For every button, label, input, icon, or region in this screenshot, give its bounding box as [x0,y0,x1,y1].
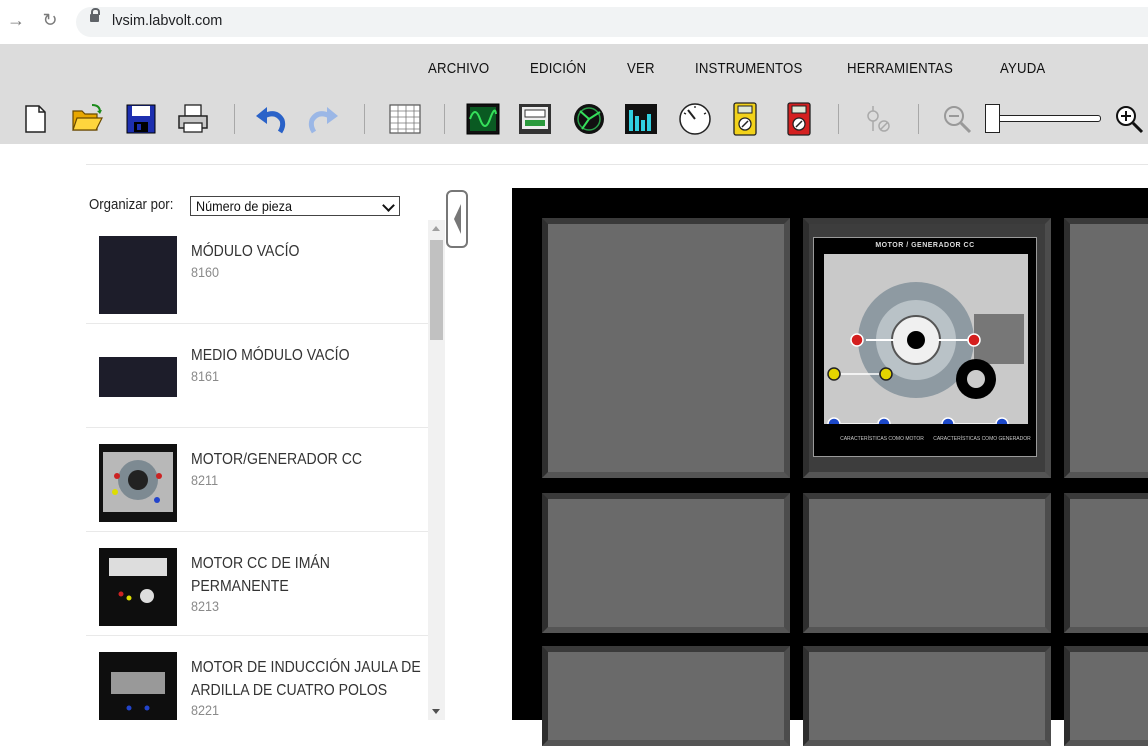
list-item[interactable]: MOTOR/GENERADOR CC 8211 [86,428,428,532]
part-name: MOTOR DE INDUCCIÓN JAULA DE ARDILLA DE C… [191,656,421,702]
zoom-slider-track [995,115,1101,122]
save-icon[interactable] [124,102,158,136]
zoom-in-icon[interactable] [1112,102,1146,136]
workspace-rack: MOTOR / GENERADOR CC CARACTERÍSTICAS COM… [512,188,1148,746]
parts-list-scrollbar[interactable] [428,220,445,720]
list-item[interactable]: MOTOR CC DE IMÁN PERMANENTE 8213 [86,532,428,636]
rack-slot[interactable] [542,218,790,478]
lock-icon [90,8,100,22]
parts-list: MÓDULO VACÍO 8160 MEDIO MÓDULO VACÍO 816… [86,220,428,720]
menubar: ARCHIVO EDICIÓN VER INSTRUMENTOS HERRAMI… [0,44,1148,94]
zoom-slider-handle[interactable] [985,104,1000,133]
part-name: MOTOR CC DE IMÁN PERMANENTE [191,552,330,598]
divider [86,164,1148,165]
module-caption-left: CARACTERÍSTICAS COMO MOTOR [840,436,924,442]
chevron-down-icon [382,199,395,212]
tachometer-icon[interactable] [678,102,712,136]
address-bar[interactable] [76,7,1148,37]
part-number: 8213 [191,598,220,614]
part-thumbnail [99,236,177,314]
list-item[interactable]: MOTOR DE INDUCCIÓN JAULA DE ARDILLA DE C… [86,636,428,720]
menu-ayuda[interactable]: AYUDA [1000,60,1045,77]
toolbar [0,94,1148,144]
phasor-analyzer-icon[interactable] [572,102,606,136]
data-acquisition-icon[interactable] [518,102,552,136]
redo-icon[interactable] [306,102,340,136]
part-number: 8221 [191,702,220,718]
module-title: MOTOR / GENERADOR CC [875,242,975,249]
list-item[interactable]: MEDIO MÓDULO VACÍO 8161 [86,324,428,428]
scrollbar-thumb[interactable] [430,240,443,340]
zoom-out-icon[interactable] [940,102,974,136]
part-name-line2: PERMANENTE [191,578,289,595]
open-folder-icon[interactable] [70,102,104,136]
part-name: MÓDULO VACÍO [191,243,300,260]
connection-tool-icon[interactable] [860,102,894,136]
reload-icon[interactable]: ↻ [40,10,60,30]
part-number: 8161 [191,368,220,384]
rack-slot[interactable] [803,493,1051,633]
list-item[interactable]: MÓDULO VACÍO 8160 [86,220,428,324]
dc-motor-generator-module[interactable]: MOTOR / GENERADOR CC CARACTERÍSTICAS COM… [813,237,1037,457]
part-name-line1: MOTOR CC DE IMÁN [191,555,330,572]
part-number: 8211 [191,472,219,488]
zoom-slider[interactable] [985,104,1101,134]
part-name-line1: MOTOR DE INDUCCIÓN JAULA DE [191,659,421,676]
print-icon[interactable] [176,102,210,136]
red-multimeter-icon[interactable] [782,102,816,136]
part-name: MOTOR/GENERADOR CC [191,451,363,468]
browser-bar: → ↻ lvsim.labvolt.com [0,0,1148,44]
undo-icon[interactable] [254,102,288,136]
scroll-up-icon[interactable] [432,226,440,231]
oscilloscope-icon[interactable] [466,102,500,136]
module-caption-right: CARACTERÍSTICAS COMO GENERADOR [933,436,1031,442]
rack-slot[interactable] [1064,646,1148,746]
part-thumbnail [99,444,177,522]
scroll-down-icon[interactable] [432,709,440,714]
rack-slot[interactable] [1064,218,1148,478]
rack-slot[interactable] [803,646,1051,746]
harmonic-analyzer-icon[interactable] [624,102,658,136]
part-thumbnail [99,652,177,720]
part-thumbnail [99,548,177,626]
rack-slot[interactable] [542,493,790,633]
yellow-multimeter-icon[interactable] [728,102,762,136]
part-thumbnail [99,357,177,397]
part-number: 8160 [191,264,220,280]
organize-label: Organizar por: [89,196,174,213]
part-name: MEDIO MÓDULO VACÍO [191,347,350,364]
url-text[interactable]: lvsim.labvolt.com [112,13,222,29]
module-panel [824,254,1028,431]
rack-slot[interactable] [1064,493,1148,633]
collapse-sidebar-button[interactable] [446,190,468,248]
table-icon[interactable] [388,102,422,136]
part-name-line2: ARDILLA DE CUATRO POLOS [191,682,388,699]
menu-instrumentos[interactable]: INSTRUMENTOS [695,60,802,77]
forward-arrow-icon[interactable]: → [6,10,26,30]
new-file-icon[interactable] [18,102,52,136]
organize-select-value: Número de pieza [196,198,292,214]
menu-edicion[interactable]: EDICIÓN [530,60,586,77]
menu-archivo[interactable]: ARCHIVO [428,60,489,77]
menu-herramientas[interactable]: HERRAMIENTAS [847,60,953,77]
menu-ver[interactable]: VER [627,60,655,77]
organize-select[interactable]: Número de pieza [190,196,400,216]
rack-slot[interactable] [542,646,790,746]
